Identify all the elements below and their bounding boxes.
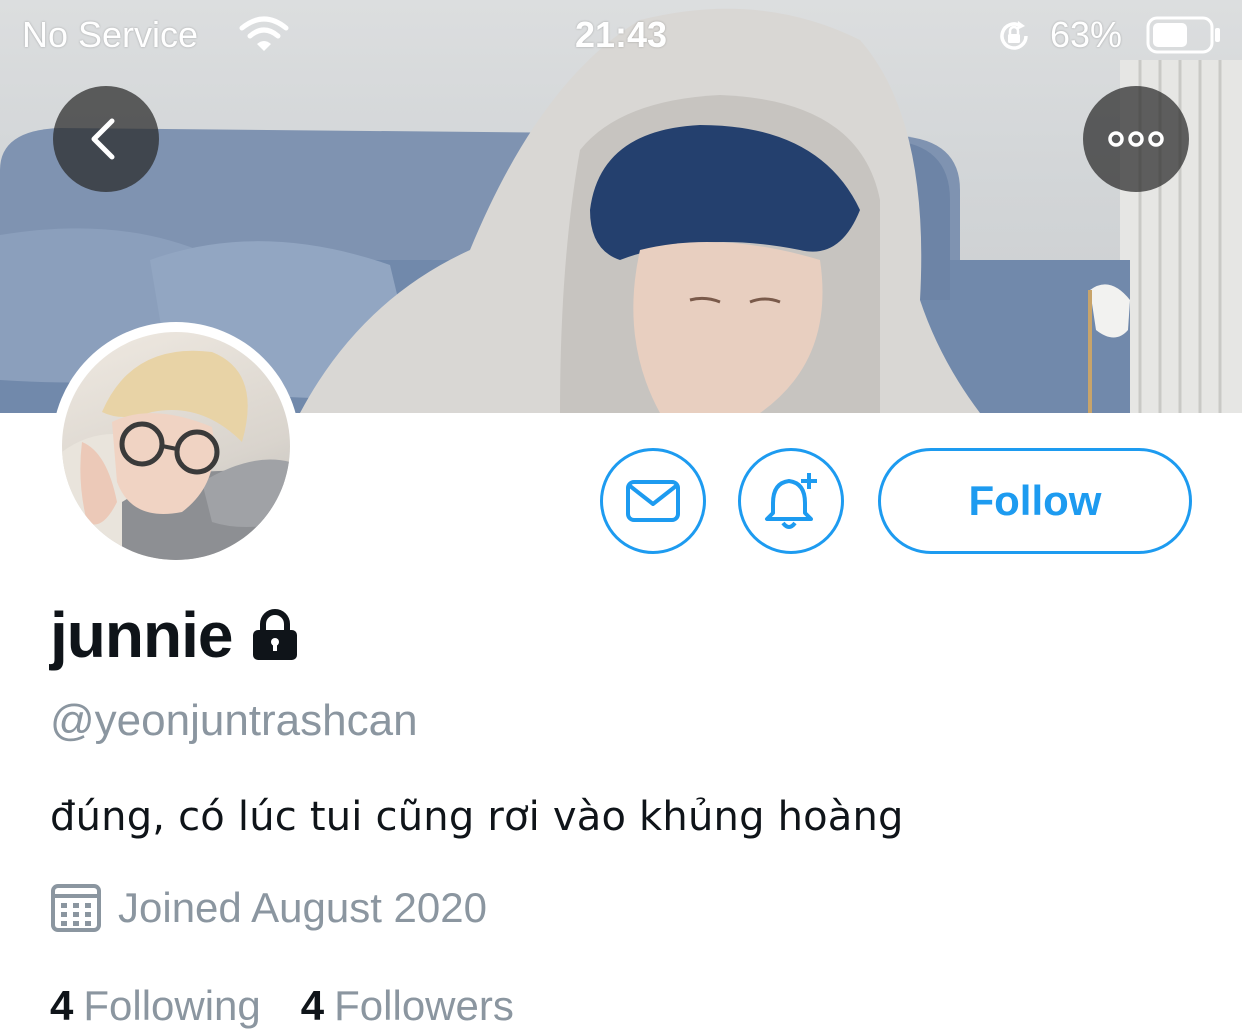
following-link[interactable]: 4 Following: [50, 982, 261, 1030]
avatar[interactable]: [52, 322, 300, 570]
more-options-button[interactable]: [1083, 86, 1189, 192]
calendar-icon: [51, 884, 101, 932]
bio: đúng, có lúc tui cũng rơi vào khủng hoàn…: [50, 794, 904, 840]
display-name: junnie: [50, 599, 233, 671]
notifications-button[interactable]: [738, 448, 844, 554]
user-handle: @yeonjuntrashcan: [50, 696, 418, 745]
chevron-left-icon: [91, 118, 115, 160]
bell-plus-icon: [765, 473, 817, 529]
following-label: Following: [83, 982, 261, 1029]
rotation-lock-icon: [1000, 21, 1028, 50]
follow-stats: 4 Following 4 Followers: [50, 982, 554, 1030]
follow-button[interactable]: Follow: [878, 448, 1192, 554]
status-bar: No Service 21:43 63%: [0, 0, 1242, 70]
joined-date: Joined August 2020: [50, 882, 487, 934]
followers-label: Followers: [334, 982, 514, 1029]
mail-icon: [626, 480, 680, 522]
back-button[interactable]: [53, 86, 159, 192]
followers-count: 4: [300, 982, 325, 1029]
lock-icon: [253, 609, 298, 660]
joined-label: Joined August 2020: [118, 884, 487, 931]
name-row: junnie: [50, 598, 302, 672]
battery-percent: 63%: [1050, 14, 1123, 55]
message-button[interactable]: [600, 448, 706, 554]
followers-link[interactable]: 4 Followers: [301, 982, 514, 1030]
following-count: 4: [50, 982, 74, 1029]
more-horizontal-icon: [1108, 131, 1164, 147]
battery-icon: [1146, 16, 1220, 54]
avatar-photo: [62, 332, 290, 560]
